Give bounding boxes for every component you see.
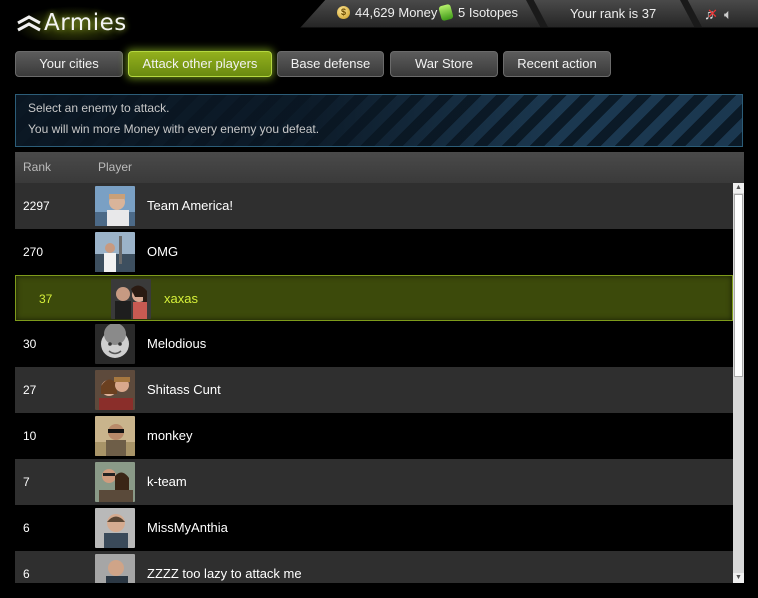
player-avatar[interactable] xyxy=(111,279,151,319)
money-value: 44,629 Money xyxy=(355,5,438,20)
player-name[interactable]: monkey xyxy=(147,428,193,443)
player-rank: 27 xyxy=(23,383,37,397)
isotopes-display: 5 Isotopes xyxy=(438,3,518,22)
status-separator xyxy=(680,0,702,27)
banner-line-1: Select an enemy to attack. xyxy=(28,101,170,115)
player-rank: 2297 xyxy=(23,199,50,213)
tab-base-defense[interactable]: Base defense xyxy=(277,51,384,77)
table-row-current-player[interactable]: 37 xaxas xyxy=(15,275,733,321)
player-name[interactable]: MissMyAnthia xyxy=(147,520,228,535)
isotopes-value: 5 Isotopes xyxy=(458,5,518,20)
table-scrollbar[interactable]: ▲ ▼ xyxy=(733,183,744,583)
money-display: $ 44,629 Money xyxy=(337,5,437,20)
player-avatar[interactable] xyxy=(95,554,135,583)
music-muted-icon[interactable]: ♫ ✕ xyxy=(704,6,718,22)
armies-app: Armies $ 44,629 Money 5 Isotopes Your ra… xyxy=(0,0,758,598)
player-avatar[interactable] xyxy=(95,508,135,548)
tab-recent-action[interactable]: Recent action xyxy=(503,51,611,77)
table-row[interactable]: 7 k-team xyxy=(15,459,733,505)
player-rank: 270 xyxy=(23,245,44,259)
player-rank: 6 xyxy=(23,567,30,581)
rank-display: Your rank is 37 xyxy=(570,6,657,21)
tab-your-cities[interactable]: Your cities xyxy=(15,51,123,77)
isotope-icon xyxy=(438,3,454,22)
player-name[interactable]: ZZZZ too lazy to attack me xyxy=(147,566,302,581)
player-avatar[interactable] xyxy=(95,416,135,456)
player-name[interactable]: OMG xyxy=(147,244,178,259)
player-rank: 10 xyxy=(23,429,37,443)
player-avatar[interactable] xyxy=(95,232,135,272)
tab-war-store[interactable]: War Store xyxy=(390,51,498,77)
player-name[interactable]: k-team xyxy=(147,474,187,489)
app-title: Armies xyxy=(44,10,127,36)
table-row[interactable]: 6 MissMyAnthia xyxy=(15,505,733,551)
scroll-down-arrow-icon[interactable]: ▼ xyxy=(733,573,744,583)
table-row[interactable]: 2297 Team America! xyxy=(15,183,733,229)
players-list: 2297 Team America! 270 OMG 37 xaxas 30 M… xyxy=(15,183,733,583)
scrollbar-thumb[interactable] xyxy=(734,194,743,377)
chevron-logo-icon xyxy=(17,15,41,32)
player-name[interactable]: Shitass Cunt xyxy=(147,382,221,397)
armies-logo: Armies xyxy=(14,6,133,40)
table-header: Rank Player xyxy=(15,152,744,183)
players-table: Rank Player 2297 Team America! 270 OMG 3… xyxy=(15,152,744,583)
status-separator xyxy=(526,0,548,27)
table-row[interactable]: 270 OMG xyxy=(15,229,733,275)
player-name[interactable]: Melodious xyxy=(147,336,206,351)
player-rank: 7 xyxy=(23,475,30,489)
player-rank: 30 xyxy=(23,337,37,351)
table-row[interactable]: 27 Shitass Cunt xyxy=(15,367,733,413)
table-row[interactable]: 30 Melodious xyxy=(15,321,733,367)
table-row[interactable]: 6 ZZZZ too lazy to attack me xyxy=(15,551,733,583)
player-avatar[interactable] xyxy=(95,324,135,364)
scroll-up-arrow-icon[interactable]: ▲ xyxy=(733,183,744,193)
banner-line-2: You will win more Money with every enemy… xyxy=(28,122,320,136)
player-avatar[interactable] xyxy=(95,370,135,410)
player-avatar[interactable] xyxy=(95,462,135,502)
header-rank: Rank xyxy=(23,160,52,174)
table-row[interactable]: 10 monkey xyxy=(15,413,733,459)
player-rank: 37 xyxy=(39,292,53,306)
player-name[interactable]: Team America! xyxy=(147,198,233,213)
coin-icon: $ xyxy=(337,6,350,19)
player-rank: 6 xyxy=(23,521,30,535)
instructions-banner: Select an enemy to attack. You will win … xyxy=(15,94,743,147)
player-avatar[interactable] xyxy=(95,186,135,226)
status-bar: $ 44,629 Money 5 Isotopes Your rank is 3… xyxy=(300,0,758,28)
tab-attack-other-players[interactable]: Attack other players xyxy=(128,51,272,77)
header-player: Player xyxy=(98,160,133,174)
speaker-icon[interactable]: 🔈︎ xyxy=(724,6,732,23)
player-name[interactable]: xaxas xyxy=(164,291,198,306)
